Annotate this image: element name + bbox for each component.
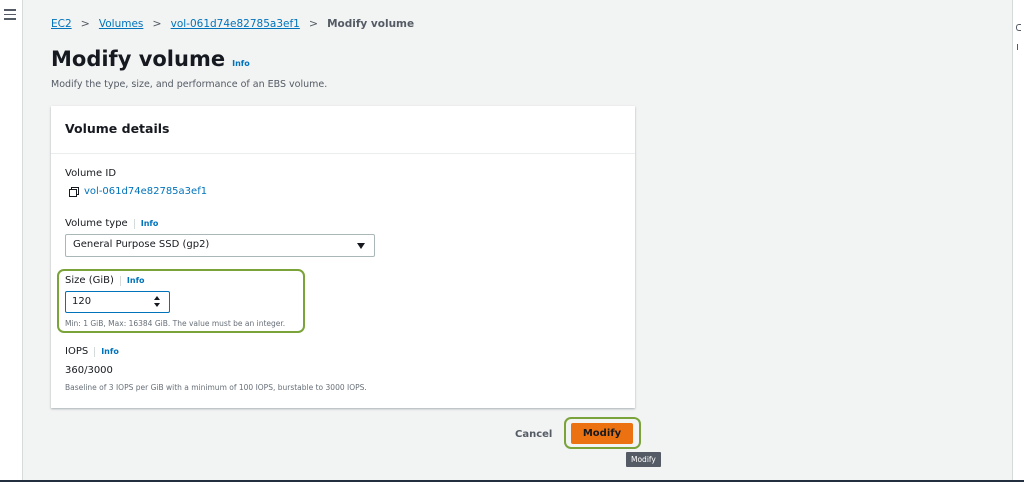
- size-info-link[interactable]: Info: [127, 276, 145, 285]
- volume-id-value: vol-061d74e82785a3ef1: [84, 186, 208, 197]
- modify-button[interactable]: Modify: [571, 423, 633, 444]
- volume-type-label: Volume type Info: [65, 218, 158, 229]
- info-toggle-icon[interactable]: [1017, 44, 1018, 50]
- panel-toggle-icon[interactable]: [1016, 24, 1021, 31]
- page-info-link[interactable]: Info: [232, 59, 250, 68]
- right-tools-rail: [1012, 0, 1024, 482]
- size-input-value: 120: [72, 296, 92, 307]
- page-description: Modify the type, size, and performance o…: [51, 79, 328, 90]
- size-label: Size (GiB) Info: [65, 275, 145, 286]
- modify-tooltip: Modify: [626, 452, 661, 467]
- iops-value: 360/3000: [65, 365, 113, 376]
- page-title-text: Modify volume: [51, 47, 226, 71]
- volume-id-copy[interactable]: vol-061d74e82785a3ef1: [69, 186, 207, 197]
- panel-header: Volume details: [51, 106, 635, 154]
- breadcrumb-separator: >: [308, 17, 319, 30]
- breadcrumb-volume-id[interactable]: vol-061d74e82785a3ef1: [171, 18, 300, 30]
- iops-label-text: IOPS: [65, 346, 89, 357]
- cancel-button[interactable]: Cancel: [505, 427, 562, 442]
- breadcrumb: EC2 > Volumes > vol-061d74e82785a3ef1 > …: [51, 17, 414, 30]
- volume-type-label-text: Volume type: [65, 218, 128, 229]
- volume-id-label: Volume ID: [65, 168, 116, 179]
- volume-id-label-text: Volume ID: [65, 168, 117, 179]
- volume-details-panel: Volume details Volume ID vol-061d74e8278…: [51, 106, 635, 408]
- iops-description: Baseline of 3 IOPS per GiB with a minimu…: [65, 383, 367, 392]
- label-divider: [133, 218, 135, 229]
- iops-info-link[interactable]: Info: [101, 347, 119, 356]
- label-divider: [119, 275, 121, 286]
- caret-down-icon: [357, 243, 365, 249]
- size-input[interactable]: 120: [65, 291, 170, 313]
- breadcrumb-separator: >: [80, 17, 90, 30]
- iops-label: IOPS Info: [65, 346, 119, 357]
- volume-type-info-link[interactable]: Info: [141, 219, 159, 228]
- volume-type-select[interactable]: General Purpose SSD (gp2): [65, 234, 375, 257]
- stepper-icon[interactable]: [154, 296, 161, 307]
- page-title: Modify volume Info: [51, 47, 250, 71]
- volume-type-selected: General Purpose SSD (gp2): [73, 239, 210, 250]
- breadcrumb-current: Modify volume: [327, 17, 415, 30]
- size-constraint-text: Min: 1 GiB, Max: 16384 GiB. The value mu…: [65, 319, 286, 328]
- size-label-text: Size (GiB): [65, 275, 114, 286]
- left-navigation-rail: [0, 0, 23, 482]
- breadcrumb-ec2[interactable]: EC2: [51, 18, 72, 30]
- label-divider: [94, 346, 96, 357]
- breadcrumb-volumes[interactable]: Volumes: [99, 18, 144, 30]
- menu-icon[interactable]: [4, 9, 16, 20]
- copy-icon[interactable]: [69, 187, 79, 197]
- breadcrumb-separator: >: [152, 17, 162, 30]
